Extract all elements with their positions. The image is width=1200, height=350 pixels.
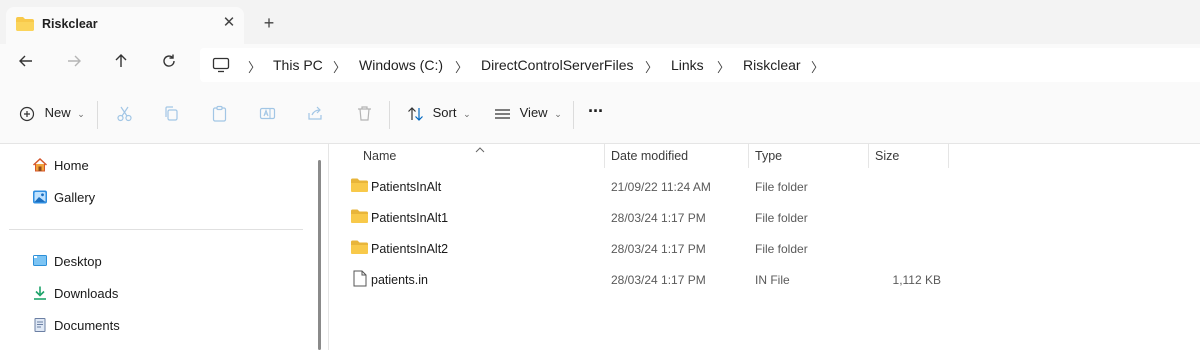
gallery-icon [32, 189, 48, 208]
address-bar[interactable]: 〉 This PC 〉 Windows (C:) 〉 DirectControl… [200, 48, 1200, 82]
breadcrumb-windows-c[interactable]: Windows (C:) [359, 57, 443, 73]
file-type: File folder [755, 180, 808, 194]
breadcrumb-chevron-icon: 〉 [333, 60, 347, 75]
sidebar-item-label: Documents [54, 318, 120, 333]
home-icon [32, 157, 48, 176]
column-divider[interactable] [948, 144, 949, 168]
file-icon [353, 270, 367, 290]
divider [9, 229, 303, 230]
documents-icon [32, 317, 48, 336]
command-bar: New ⌄ Sort ⌄ View ⌄ ··· [0, 87, 1200, 144]
file-name: PatientsInAlt [371, 180, 442, 194]
chevron-down-icon: ⌄ [77, 109, 85, 119]
share-icon[interactable] [307, 105, 324, 127]
folder-icon [351, 178, 368, 195]
tab-title: Riskclear [42, 17, 98, 31]
tab-riskclear[interactable]: Riskclear ✕ [6, 7, 244, 44]
forward-icon[interactable] [61, 53, 87, 77]
breadcrumb-chevron-icon: 〉 [455, 60, 469, 75]
sort-button[interactable]: Sort ⌄ [407, 105, 471, 127]
breadcrumb-chevron-icon: 〉 [645, 60, 659, 75]
desktop-icon [32, 253, 48, 272]
delete-icon[interactable] [356, 105, 373, 127]
column-header-type[interactable]: Type [755, 149, 782, 163]
folder-icon [351, 209, 368, 226]
navigation-bar: 〉 This PC 〉 Windows (C:) 〉 DirectControl… [0, 44, 1200, 87]
breadcrumb-this-pc[interactable]: This PC [273, 57, 323, 73]
sort-icon [407, 105, 425, 121]
file-name: PatientsInAlt2 [371, 242, 449, 256]
folder-icon [16, 17, 34, 34]
downloads-icon [32, 285, 48, 304]
new-tab-button[interactable]: + [258, 12, 280, 34]
folder-icon [351, 240, 368, 257]
new-button[interactable]: New ⌄ [19, 105, 85, 127]
breadcrumb-directcontrolserverfiles[interactable]: DirectControlServerFiles [481, 57, 633, 73]
plus-circle-icon [19, 105, 35, 121]
sidebar-item-label: Gallery [54, 190, 96, 205]
file-name: patients.in [371, 273, 428, 287]
cut-icon[interactable] [116, 105, 133, 127]
tab-bar: Riskclear ✕ + [0, 0, 1200, 44]
file-type: File folder [755, 242, 808, 256]
back-icon[interactable] [13, 53, 39, 77]
chevron-down-icon: ⌄ [463, 109, 471, 119]
file-list: Name Date modified Type Size PatientsInA… [329, 144, 1200, 350]
column-divider[interactable] [868, 144, 869, 168]
breadcrumb-links[interactable]: Links [671, 57, 704, 73]
chevron-down-icon: ⌄ [554, 109, 562, 119]
refresh-icon[interactable] [156, 53, 182, 77]
file-date: 28/03/24 1:17 PM [611, 242, 706, 256]
column-header-size[interactable]: Size [875, 149, 899, 163]
file-type: File folder [755, 211, 808, 225]
view-label: View [519, 105, 548, 120]
file-date: 21/09/22 11:24 AM [611, 180, 711, 194]
view-button[interactable]: View ⌄ [494, 105, 562, 127]
copy-icon[interactable] [163, 105, 180, 127]
column-header-name[interactable]: Name [363, 149, 396, 163]
close-icon[interactable]: ✕ [220, 14, 238, 32]
file-date: 28/03/24 1:17 PM [611, 211, 706, 225]
divider [97, 101, 98, 129]
divider [573, 101, 574, 129]
divider [389, 101, 390, 129]
sidebar-item-label: Downloads [54, 286, 119, 301]
list-item[interactable]: patients.in 28/03/24 1:17 PM IN File 1,1… [329, 265, 1200, 295]
view-icon [494, 105, 511, 120]
sidebar-item-label: Home [54, 158, 89, 173]
file-size: 1,112 KB [892, 273, 941, 287]
list-item[interactable]: PatientsInAlt1 28/03/24 1:17 PM File fol… [329, 203, 1200, 233]
breadcrumb-chevron-icon: 〉 [248, 60, 262, 75]
file-date: 28/03/24 1:17 PM [611, 273, 706, 287]
new-label: New [44, 105, 71, 120]
file-name: PatientsInAlt1 [371, 211, 449, 225]
up-icon[interactable] [108, 53, 134, 77]
sort-ascending-icon [475, 141, 485, 156]
list-item[interactable]: PatientsInAlt2 28/03/24 1:17 PM File fol… [329, 234, 1200, 264]
breadcrumb-chevron-icon: 〉 [717, 60, 731, 75]
sidebar-item-label: Desktop [54, 254, 102, 269]
navigation-pane: Home Gallery Desktop Downloads Documents [0, 144, 340, 350]
sort-label: Sort [432, 105, 457, 120]
column-divider[interactable] [604, 144, 605, 168]
file-type: IN File [755, 273, 790, 287]
breadcrumb-chevron-icon[interactable]: 〉 [811, 57, 824, 76]
breadcrumb-riskclear[interactable]: Riskclear [743, 57, 801, 73]
column-divider[interactable] [748, 144, 749, 168]
paste-icon[interactable] [211, 105, 228, 127]
sidebar-scrollbar[interactable] [318, 160, 321, 350]
column-header-date[interactable]: Date modified [611, 149, 688, 163]
computer-icon [212, 57, 230, 76]
list-item[interactable]: PatientsInAlt 21/09/22 11:24 AM File fol… [329, 172, 1200, 202]
more-options-icon[interactable]: ··· [588, 101, 604, 123]
rename-icon[interactable] [259, 105, 276, 127]
